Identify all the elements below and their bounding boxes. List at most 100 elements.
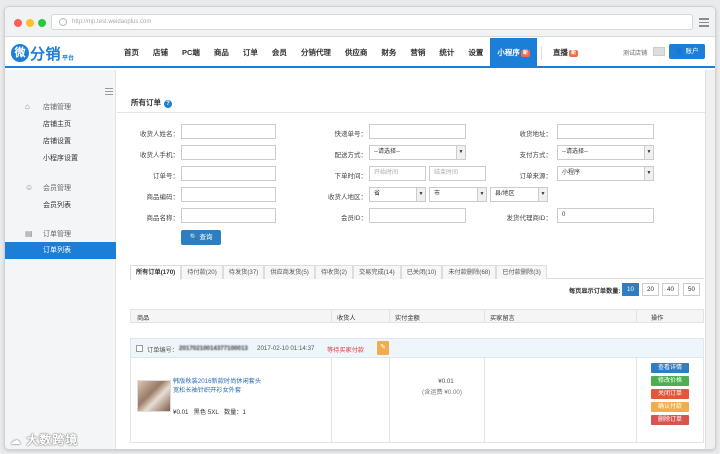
browser-window: http://mp.test.weidaoplus.com 微 分销 平台 首页…	[4, 6, 716, 450]
logo-sub: 平台	[62, 56, 75, 62]
delivery-method-value: --请选择--	[374, 149, 400, 155]
remark-icon[interactable]: ✎	[377, 341, 389, 355]
order-status-tabs: 所有订单(170) 待付款(20) 待发货(37) 供应商发货(5) 待收货(2…	[130, 265, 704, 280]
district-select[interactable]: 县/地区 ▼	[490, 187, 548, 202]
maximize-window-icon[interactable]	[38, 19, 46, 27]
product-image[interactable]	[137, 380, 171, 412]
view-details-button[interactable]: 查看详情	[651, 363, 689, 373]
tab-all-orders[interactable]: 所有订单(170)	[130, 265, 182, 280]
agent-id-input[interactable]: 0	[557, 208, 654, 223]
cell-divider	[636, 358, 637, 443]
product-code-input[interactable]	[181, 187, 276, 202]
order-header-row: 订单编号： 20170210014377100013 2017-02-10 01…	[130, 338, 704, 358]
page-size-50[interactable]: 50	[683, 283, 700, 296]
confirm-payment-button[interactable]: 确认付款	[651, 402, 689, 412]
collapse-menu-icon[interactable]	[105, 88, 113, 95]
chevron-down-icon: ▼	[538, 188, 547, 201]
address-bar[interactable]: http://mp.test.weidaoplus.com	[51, 14, 693, 30]
close-window-icon[interactable]	[14, 19, 22, 27]
receiver-phone-input[interactable]	[181, 145, 276, 160]
tab-completed[interactable]: 交易完成(14)	[352, 265, 401, 279]
order-time-end-input[interactable]: 结束时间	[429, 166, 486, 181]
minimize-window-icon[interactable]	[26, 19, 34, 27]
sidebar-section-orders[interactable]: ▤ 订单管理	[5, 227, 116, 241]
product-name-link[interactable]: 韩版秋装2016新款时尚休闲套头宽松长袖针织开衫女外套	[173, 378, 265, 395]
sidebar-section-store[interactable]: ⌂ 店铺管理	[5, 100, 116, 114]
nav-home[interactable]: 首页	[117, 38, 146, 66]
nav-products[interactable]: 商品	[207, 38, 236, 66]
tab-pending-receipt[interactable]: 待收货(2)	[314, 265, 353, 279]
user-account-button[interactable]: 👤 账户	[669, 44, 705, 59]
page-size-20[interactable]: 20	[642, 283, 659, 296]
nav-mini-program[interactable]: 小程序新	[490, 38, 537, 66]
province-select[interactable]: 省 ▼	[369, 187, 426, 202]
brand-logo[interactable]: 微 分销 平台	[11, 42, 74, 64]
nav-stats[interactable]: 统计	[432, 38, 461, 66]
modify-price-button[interactable]: 修改价格	[651, 376, 689, 386]
new-badge: 新	[520, 50, 530, 57]
tab-paid-deleted[interactable]: 已付款删除(3)	[496, 265, 547, 279]
sidebar-item-member-list[interactable]: 会员列表	[5, 197, 116, 214]
receiver-name-input[interactable]	[181, 124, 276, 139]
delete-order-button[interactable]: 删除订单	[651, 415, 689, 425]
order-time-label: 下单时间：	[334, 173, 368, 180]
vertical-scrollbar[interactable]	[705, 70, 715, 449]
sidebar-item-mini-program-settings[interactable]: 小程序设置	[5, 150, 116, 167]
logo-text: 分销	[30, 45, 62, 63]
payment-method-select[interactable]: --请选择-- ▼	[557, 145, 654, 160]
tab-pending-payment[interactable]: 待付款(20)	[181, 265, 223, 279]
nav-suppliers[interactable]: 供应商	[338, 38, 375, 66]
nav-members[interactable]: 会员	[265, 38, 294, 66]
city-select[interactable]: 市 ▼	[429, 187, 487, 202]
nav-distribution[interactable]: 分销代理	[294, 38, 338, 66]
order-time-start-input[interactable]: 开始时间	[369, 166, 426, 181]
column-buyer-message: 买家留言	[490, 315, 515, 322]
payment-method-value: --请选择--	[562, 149, 588, 155]
tab-pending-shipment[interactable]: 待发货(37)	[222, 265, 265, 279]
receiver-address-input[interactable]	[557, 124, 654, 139]
tab-supplier-shipment[interactable]: 供应商发货(5)	[264, 265, 315, 279]
page-size-40[interactable]: 40	[662, 283, 679, 296]
order-no-value[interactable]: 20170210014377100013	[179, 345, 248, 352]
express-no-input[interactable]	[369, 124, 466, 139]
order-checkbox[interactable]	[136, 345, 143, 352]
logo-mark: 微	[11, 44, 29, 62]
close-order-button[interactable]: 关闭订单	[651, 389, 689, 399]
product-name-input[interactable]	[181, 208, 276, 223]
nav-live[interactable]: 直播新	[546, 38, 585, 66]
express-no-label: 快递单号：	[334, 131, 368, 138]
column-actions: 操作	[651, 315, 664, 322]
nav-pc[interactable]: PC端	[175, 38, 207, 66]
page-size-label: 每页显示订单数量:	[569, 288, 621, 295]
tab-closed[interactable]: 已关闭(10)	[400, 265, 443, 279]
chevron-down-icon: ▼	[644, 167, 653, 180]
browser-menu-icon[interactable]	[699, 18, 709, 27]
column-receiver: 收货人	[337, 315, 356, 322]
home-icon: ⌂	[25, 102, 30, 111]
delivery-method-label: 配送方式：	[334, 152, 368, 159]
sidebar-item-store-home[interactable]: 店铺主页	[5, 116, 116, 133]
sidebar-item-store-settings[interactable]: 店铺设置	[5, 133, 116, 150]
nav-marketing[interactable]: 营销	[403, 38, 432, 66]
account-switch-icon[interactable]	[653, 47, 665, 56]
search-button[interactable]: 🔍 查询	[181, 230, 221, 245]
sidebar-section-label: 订单管理	[43, 231, 71, 238]
globe-icon	[59, 18, 67, 26]
delivery-method-select[interactable]: --请选择-- ▼	[369, 145, 466, 160]
member-id-input[interactable]	[369, 208, 466, 223]
tab-unpaid-deleted[interactable]: 未付款删除(68)	[442, 265, 497, 279]
sidebar-item-order-list[interactable]: 订单列表	[5, 242, 116, 259]
nav-orders[interactable]: 订单	[236, 38, 265, 66]
nav-divider	[540, 46, 542, 60]
sidebar-section-members[interactable]: ☺ 会员管理	[5, 181, 116, 195]
nav-finance[interactable]: 财务	[374, 38, 403, 66]
account-label[interactable]: 测试店铺	[623, 48, 647, 57]
help-icon[interactable]: ?	[164, 100, 172, 108]
column-divider	[331, 310, 332, 322]
page-size-10[interactable]: 10	[622, 283, 639, 296]
order-source-select[interactable]: 小程序 ▼	[557, 166, 654, 181]
order-no-input[interactable]	[181, 166, 276, 181]
nav-store[interactable]: 店铺	[146, 38, 175, 66]
divider	[117, 112, 715, 113]
nav-settings[interactable]: 设置	[461, 38, 490, 66]
